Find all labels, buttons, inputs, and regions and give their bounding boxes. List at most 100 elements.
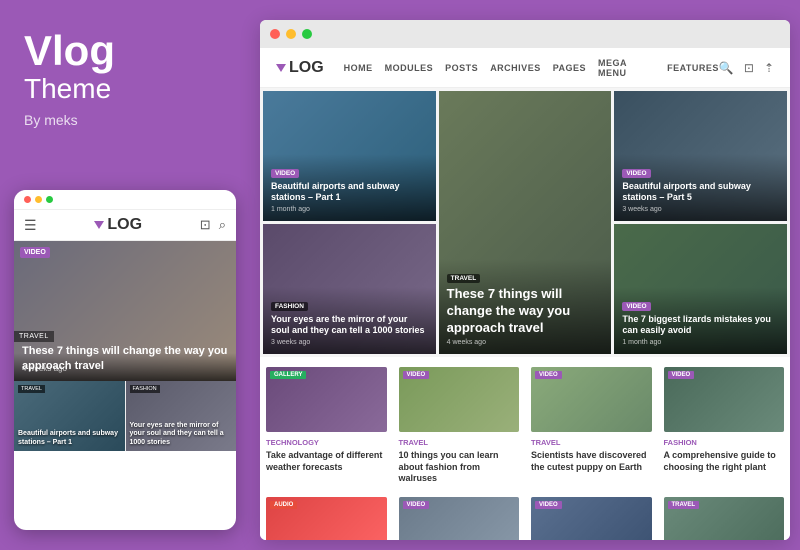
card-cat-4: FASHION (664, 438, 785, 447)
monitor-icon[interactable]: ⊡ (744, 61, 754, 75)
card-cat-3: TRAVEL (531, 438, 652, 447)
card-cat-2: TRAVEL (399, 438, 520, 447)
nav-home[interactable]: HOME (344, 63, 373, 73)
card-badge-6: VIDEO (403, 501, 430, 509)
browser-chrome (260, 20, 790, 48)
mobile-video-badge: VIDEO (20, 247, 50, 258)
brand-subtitle: Theme (24, 72, 224, 106)
card-title-3: Scientists have discovered the cutest pu… (531, 450, 652, 473)
card-img-5: AUDIO (266, 497, 387, 540)
hero-title-1: Beautiful airports and subway stations –… (271, 181, 428, 204)
logo-triangle-icon (94, 221, 104, 229)
card-img-2: VIDEO (399, 367, 520, 432)
mobile-chrome (14, 190, 236, 210)
mobile-nav-icons: ⊡ ⌕ (200, 217, 226, 233)
card-3[interactable]: VIDEO TRAVEL Scientists have discovered … (531, 367, 652, 485)
mobile-thumb-2[interactable]: FASHION Your eyes are the mirror of your… (126, 381, 237, 451)
thumb1-category: TRAVEL (18, 385, 45, 393)
card-2[interactable]: VIDEO TRAVEL 10 things you can learn abo… (399, 367, 520, 485)
hero-time-featured: 4 weeks ago (447, 339, 604, 346)
mobile-mockup: ☰ LOG ⊡ ⌕ VIDEO TRAVEL These 7 things wi… (14, 190, 236, 530)
left-panel: Vlog Theme By meks ☰ LOG ⊡ ⌕ (0, 0, 248, 550)
card-cat-1: TECHNOLOGY (266, 438, 387, 447)
nav-pages[interactable]: PAGES (553, 63, 586, 73)
mobile-thumb-1[interactable]: TRAVEL Beautiful airports and subway sta… (14, 381, 126, 451)
hero-title-featured: These 7 things will change the way you a… (447, 286, 604, 337)
mobile-hero-title: These 7 things will change the way you a… (22, 344, 228, 373)
card-title-1: Take advantage of different weather fore… (266, 450, 387, 473)
card-row-2: AUDIO FOOD & DRINKS What everybody ought… (266, 497, 784, 540)
brand-title: Vlog (24, 30, 224, 72)
nav-features[interactable]: FEATURES (667, 63, 719, 73)
hero-time-3: 3 weeks ago (622, 206, 779, 213)
card-img-6: VIDEO (399, 497, 520, 540)
site-nav: HOME MODULES POSTS ARCHIVES PAGES MEGA M… (344, 58, 719, 78)
card-img-8: TRAVEL (664, 497, 785, 540)
nav-icons: 🔍 ⊡ ⇡ (719, 61, 774, 75)
thumb2-title: Your eyes are the mirror of your soul an… (130, 422, 233, 447)
hero-overlay-1: VIDEO Beautiful airports and subway stat… (263, 154, 436, 221)
hero-overlay-5: VIDEO The 7 biggest lizards mistakes you… (614, 287, 787, 354)
mobile-dots (24, 196, 53, 203)
logo-triangle-icon (276, 64, 286, 72)
mobile-logo: LOG (94, 216, 142, 234)
browser-dot-yellow[interactable] (286, 29, 296, 39)
card-5[interactable]: AUDIO FOOD & DRINKS What everybody ought… (266, 497, 387, 540)
card-8[interactable]: TRAVEL TRAVEL What the experts don't wan… (664, 497, 785, 540)
hero-item-1[interactable]: VIDEO Beautiful airports and subway stat… (263, 91, 436, 221)
mobile-dot-green (46, 196, 53, 203)
hero-item-featured[interactable]: TRAVEL These 7 things will change the wa… (439, 91, 612, 354)
site-logo-text: LOG (289, 59, 324, 77)
thumb1-title: Beautiful airports and subway stations –… (18, 430, 121, 447)
mobile-thumbnails: TRAVEL Beautiful airports and subway sta… (14, 381, 236, 451)
hero-title-5: The 7 biggest lizards mistakes you can e… (622, 314, 779, 337)
hero-badge-1: VIDEO (271, 169, 299, 178)
card-4[interactable]: VIDEO FASHION A comprehensive guide to c… (664, 367, 785, 485)
card-title-4: A comprehensive guide to choosing the ri… (664, 450, 785, 473)
mobile-hero-overlay: These 7 things will change the way you a… (14, 353, 236, 381)
card-img-7: VIDEO (531, 497, 652, 540)
hero-item-5[interactable]: VIDEO The 7 biggest lizards mistakes you… (614, 224, 787, 354)
nav-posts[interactable]: POSTS (445, 63, 478, 73)
hero-badge-4: FASHION (271, 302, 308, 311)
content-area: VIDEO Beautiful airports and subway stat… (260, 88, 790, 540)
card-img-3: VIDEO (531, 367, 652, 432)
mobile-dot-yellow (35, 196, 42, 203)
nav-archives[interactable]: ARCHIVES (490, 63, 541, 73)
hero-time-1: 1 month ago (271, 206, 428, 213)
hero-title-3: Beautiful airports and subway stations –… (622, 181, 779, 204)
site-logo[interactable]: LOG (276, 59, 324, 77)
hero-time-4: 3 weeks ago (271, 339, 428, 346)
card-badge-3: VIDEO (535, 371, 562, 379)
browser-window: LOG HOME MODULES POSTS ARCHIVES PAGES ME… (260, 20, 790, 540)
site-header: LOG HOME MODULES POSTS ARCHIVES PAGES ME… (260, 48, 790, 88)
card-1[interactable]: GALLERY TECHNOLOGY Take advantage of dif… (266, 367, 387, 485)
card-title-2: 10 things you can learn about fashion fr… (399, 450, 520, 485)
hero-badge-3: VIDEO (622, 169, 650, 178)
search-icon[interactable]: ⌕ (219, 217, 226, 233)
hero-overlay-3: VIDEO Beautiful airports and subway stat… (614, 154, 787, 221)
mobile-nav: ☰ LOG ⊡ ⌕ (14, 210, 236, 241)
mobile-travel-badge: TRAVEL (14, 331, 54, 342)
hero-time-5: 1 month ago (622, 339, 779, 346)
card-badge-7: VIDEO (535, 501, 562, 509)
brand-by: By meks (24, 112, 224, 128)
share-icon[interactable]: ⇡ (764, 61, 774, 75)
nav-mega-menu[interactable]: MEGA MENU (598, 58, 655, 78)
browser-dot-green[interactable] (302, 29, 312, 39)
hero-grid: VIDEO Beautiful airports and subway stat… (260, 88, 790, 357)
hero-title-4: Your eyes are the mirror of your soul an… (271, 314, 428, 337)
browser-dot-red[interactable] (270, 29, 280, 39)
card-badge-8: TRAVEL (668, 501, 700, 509)
search-icon[interactable]: 🔍 (719, 61, 734, 75)
monitor-icon[interactable]: ⊡ (200, 217, 211, 233)
card-6[interactable]: VIDEO FASHION 9 ridiculously simple ways… (399, 497, 520, 540)
hero-overlay-featured: TRAVEL These 7 things will change the wa… (439, 259, 612, 354)
hero-item-3[interactable]: VIDEO Beautiful airports and subway stat… (614, 91, 787, 221)
hero-item-4[interactable]: FASHION Your eyes are the mirror of your… (263, 224, 436, 354)
hamburger-icon[interactable]: ☰ (24, 217, 37, 234)
hero-badge-5: VIDEO (622, 302, 650, 311)
card-7[interactable]: VIDEO TRAVEL Beautiful airports and subw… (531, 497, 652, 540)
card-badge-2: VIDEO (403, 371, 430, 379)
nav-modules[interactable]: MODULES (385, 63, 434, 73)
